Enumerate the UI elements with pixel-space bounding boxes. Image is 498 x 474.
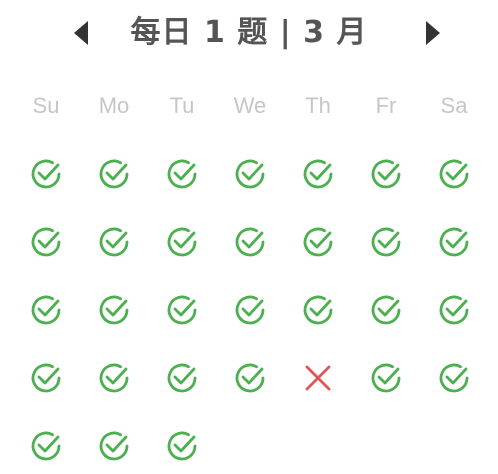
day-cell[interactable] [94,222,134,262]
check-circle-icon [99,295,129,325]
weekday-label: Sa [440,93,468,118]
day-cell[interactable] [366,222,406,262]
check-circle-icon [31,159,61,189]
day-cell[interactable] [298,290,338,330]
day-cell[interactable] [162,154,202,194]
day-cell[interactable] [434,358,474,398]
check-circle-icon [235,363,265,393]
day-cell[interactable] [366,290,406,330]
day-cell[interactable] [162,426,202,466]
day-cell[interactable] [366,154,406,194]
check-circle-icon [371,227,401,257]
day-cell[interactable] [26,290,66,330]
day-cell[interactable] [434,154,474,194]
next-month-button[interactable] [418,18,448,48]
weekday-label: We [233,93,267,118]
check-circle-icon [303,295,333,325]
calendar-header: 每日 1 题 | 3 月 [0,0,498,66]
day-cell[interactable] [366,358,406,398]
day-cell[interactable] [94,290,134,330]
day-cell[interactable] [162,358,202,398]
check-circle-icon [439,159,469,189]
day-cell[interactable] [298,154,338,194]
cross-icon [305,365,331,391]
check-circle-icon [31,227,61,257]
day-cell[interactable] [26,358,66,398]
check-circle-icon [439,295,469,325]
weekday-label: Th [305,93,331,118]
day-cell[interactable] [162,222,202,262]
day-cell[interactable] [434,290,474,330]
day-cell[interactable] [434,222,474,262]
day-cell[interactable] [230,222,270,262]
check-circle-icon [99,227,129,257]
check-circle-icon [167,363,197,393]
check-circle-icon [31,363,61,393]
day-cell[interactable] [298,222,338,262]
check-circle-icon [371,159,401,189]
check-circle-icon [235,227,265,257]
day-cell[interactable] [230,358,270,398]
day-cell[interactable] [298,358,338,398]
day-cell[interactable] [26,154,66,194]
triangle-right-icon [426,21,440,45]
check-circle-icon [439,227,469,257]
day-cell[interactable] [26,426,66,466]
check-circle-icon [99,431,129,461]
day-cell[interactable] [162,290,202,330]
check-circle-icon [99,363,129,393]
check-circle-icon [167,431,197,461]
day-cell[interactable] [94,358,134,398]
check-circle-icon [235,295,265,325]
check-circle-icon [99,159,129,189]
day-cell[interactable] [94,426,134,466]
check-circle-icon [31,295,61,325]
weekday-label: Tu [169,93,195,118]
day-cell[interactable] [94,154,134,194]
weekday-label: Fr [375,93,397,118]
day-cell[interactable] [230,154,270,194]
check-circle-icon [167,227,197,257]
check-circle-icon [303,227,333,257]
check-circle-icon [371,295,401,325]
day-cell[interactable] [26,222,66,262]
check-circle-icon [167,159,197,189]
weekday-label: Su [32,93,60,118]
check-circle-icon [303,159,333,189]
check-circle-icon [371,363,401,393]
check-circle-icon [167,295,197,325]
check-circle-icon [235,159,265,189]
check-circle-icon [439,363,469,393]
check-circle-icon [31,431,61,461]
weekday-label: Mo [98,93,130,118]
day-cell[interactable] [230,290,270,330]
